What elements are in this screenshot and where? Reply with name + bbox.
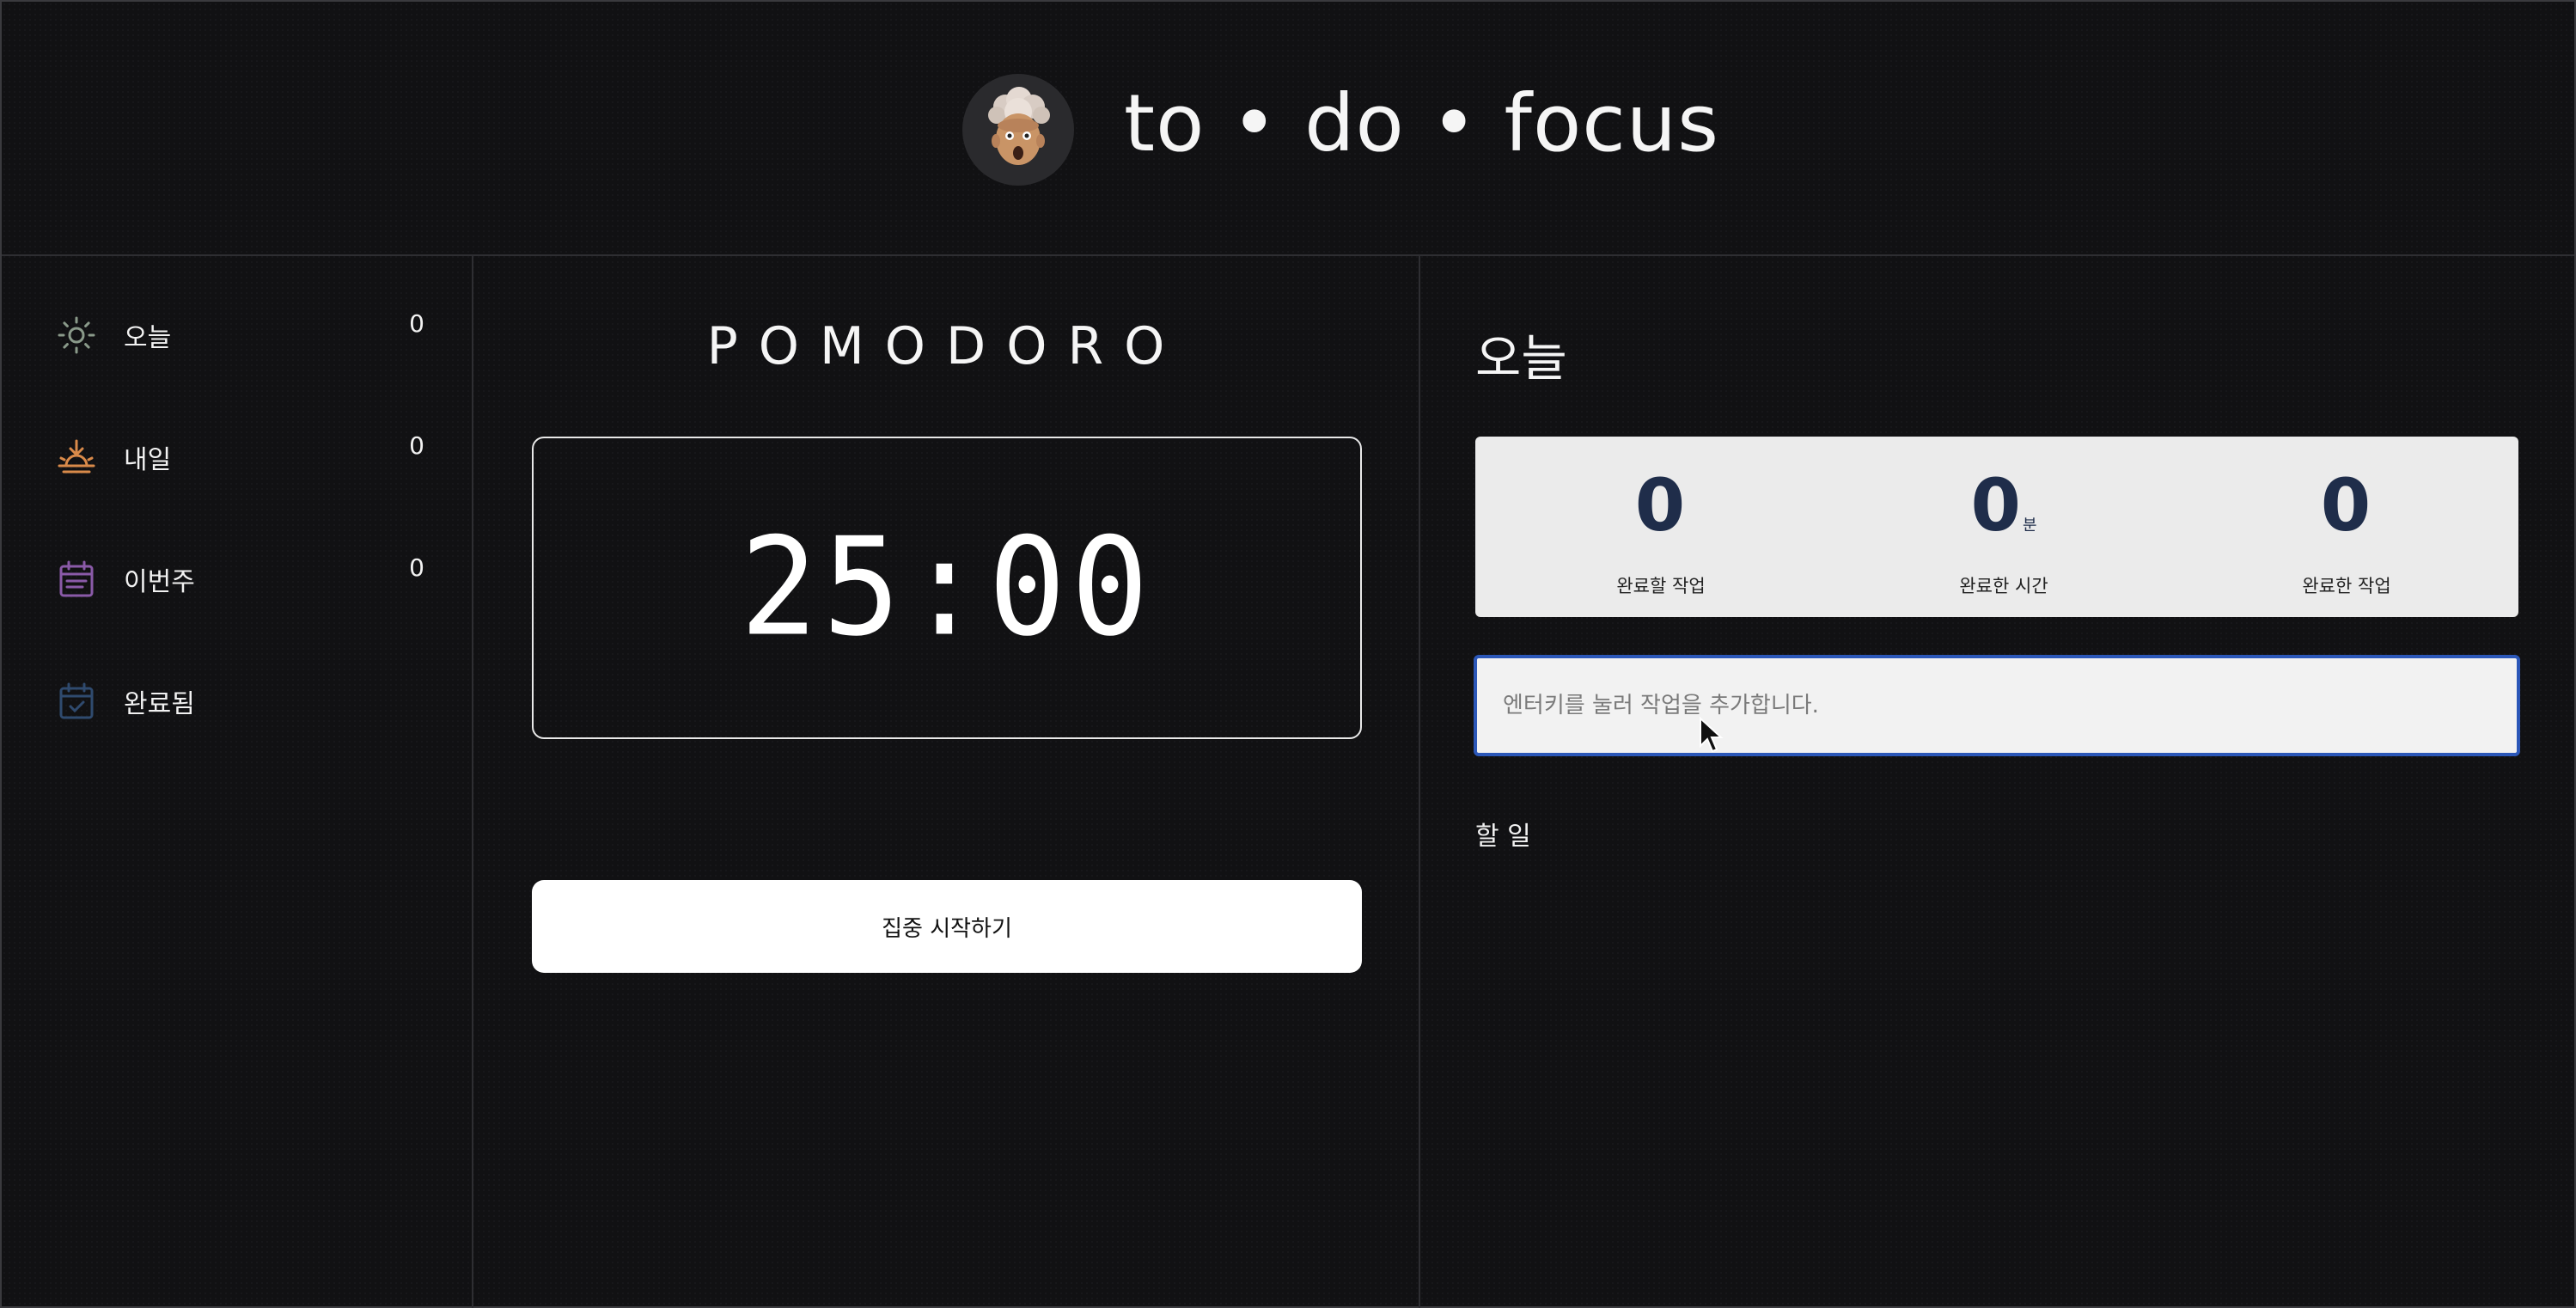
timer-display: 25:00: [532, 437, 1362, 739]
stat-time-completed: 0분 완료한 시간: [1875, 462, 2133, 598]
sidebar-item-label: 이번주: [124, 567, 195, 597]
stat-unit: 분: [2022, 516, 2037, 535]
sidebar-item-label: 완료됨: [124, 689, 195, 719]
sidebar-item-count: 0: [409, 431, 424, 460]
page-title: 오늘: [1475, 329, 1567, 388]
header: to • do • focus: [2, 2, 2574, 256]
app-title: to • do • focus: [1124, 77, 1720, 169]
stat-value: 0: [1634, 463, 1686, 547]
sidebar-item-label: 오늘: [124, 323, 172, 353]
calendar-check-icon: [55, 680, 98, 723]
sidebar-item-count: 0: [409, 309, 424, 338]
stat-tasks-completed: 0 완료한 작업: [2218, 462, 2475, 598]
exploding-head-avatar-icon: [962, 74, 1074, 186]
timer-value: 25:00: [740, 509, 1154, 667]
pomodoro-title: POMODORO: [706, 316, 1186, 376]
sidebar-item-today[interactable]: 오늘 0: [55, 309, 424, 361]
stat-value: 0: [1970, 463, 2021, 547]
stat-label: 완료한 시간: [1959, 576, 2048, 596]
stat-tasks-to-complete: 0 완료할 작업: [1532, 462, 1790, 598]
sidebar-item-tomorrow[interactable]: 내일 0: [55, 431, 424, 483]
stat-value: 0: [2320, 463, 2372, 547]
sunrise-icon: [55, 436, 98, 479]
stat-label: 완료할 작업: [1616, 576, 1706, 596]
start-focus-button[interactable]: 집중 시작하기: [532, 880, 1362, 973]
sidebar-item-count: 0: [409, 553, 424, 582]
pomodoro-panel: POMODORO 25:00 집중 시작하기: [473, 256, 1420, 1308]
stat-label: 완료한 작업: [2302, 576, 2391, 596]
calendar-week-icon: [55, 558, 98, 601]
app-window: to • do • focus 오늘 0 내일 0 이번주 0 완료됨 POMO…: [0, 0, 2576, 1308]
sidebar: 오늘 0 내일 0 이번주 0 완료됨: [2, 256, 473, 1308]
add-task-input[interactable]: [1474, 655, 2520, 756]
sidebar-item-completed[interactable]: 완료됨: [55, 675, 424, 727]
sidebar-item-this-week[interactable]: 이번주 0: [55, 553, 424, 605]
sun-icon: [55, 314, 98, 357]
sidebar-item-label: 내일: [124, 445, 172, 475]
todo-section-label: 할 일: [1475, 822, 1531, 852]
mouse-cursor-icon: [1700, 717, 1724, 753]
stats-card: 0 완료할 작업 0분 완료한 시간 0 완료한 작업: [1475, 437, 2518, 617]
main-panel: 오늘 0 완료할 작업 0분 완료한 시간 0 완료한 작업 할 일: [1420, 256, 2576, 1308]
